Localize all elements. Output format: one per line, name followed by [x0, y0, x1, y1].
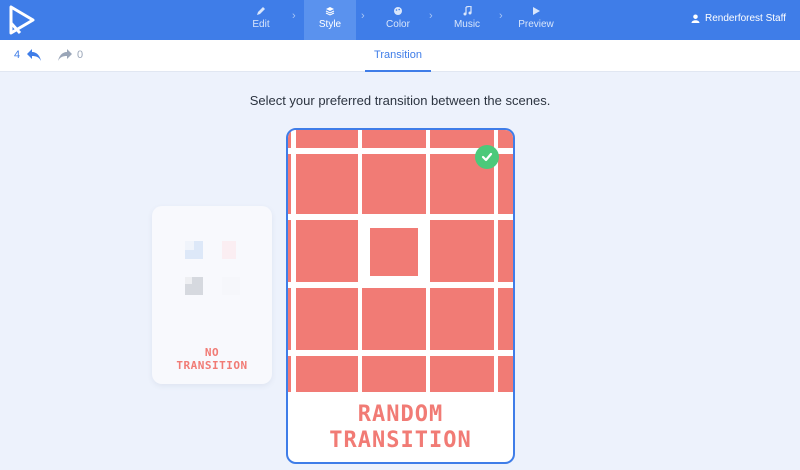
random-transition-thumbnail [288, 130, 513, 392]
nav-step-label: Edit [252, 19, 270, 30]
nav-step-music[interactable]: Music [441, 0, 493, 40]
nav-step-color[interactable]: Color [372, 0, 424, 40]
user-menu[interactable]: Renderforest Staff [691, 13, 786, 24]
chevron-right-icon: › [292, 10, 296, 22]
sub-toolbar: 4 0 Transition [0, 40, 800, 72]
palette-icon [394, 7, 402, 15]
no-transition-thumbnail [185, 241, 240, 295]
nav-step-style[interactable]: Style [304, 0, 356, 40]
layers-icon [325, 7, 335, 16]
option-label: NO TRANSITION [176, 346, 248, 372]
transition-option-none[interactable]: NO TRANSITION [152, 206, 272, 384]
undo-count: 4 [14, 49, 21, 61]
nav-step-label: Style [318, 19, 342, 30]
top-navigation-bar: Edit › Style › Color › Music › Preview R… [0, 0, 800, 40]
nav-step-label: Color [386, 19, 410, 30]
app-logo-icon[interactable] [6, 4, 36, 36]
redo-count: 0 [77, 49, 84, 61]
chevron-right-icon: › [499, 10, 503, 22]
redo-icon[interactable] [57, 48, 73, 62]
play-icon [533, 7, 540, 15]
transition-option-random[interactable]: RANDOM TRANSITION [286, 128, 515, 464]
nav-step-preview[interactable]: Preview [510, 0, 562, 40]
music-note-icon [463, 6, 472, 16]
nav-step-label: Preview [518, 19, 554, 30]
tab-transition[interactable]: Transition [365, 40, 431, 72]
page-heading: Select your preferred transition between… [249, 93, 551, 108]
undo-icon[interactable] [26, 48, 42, 62]
user-icon [691, 14, 700, 23]
pencil-icon [257, 7, 265, 15]
nav-step-edit[interactable]: Edit [235, 0, 287, 40]
chevron-right-icon: › [429, 10, 433, 22]
nav-step-label: Music [453, 19, 481, 30]
option-label: RANDOM TRANSITION [329, 402, 472, 453]
selected-check-icon [475, 145, 499, 169]
user-name: Renderforest Staff [705, 13, 786, 24]
chevron-right-icon: › [361, 10, 365, 22]
